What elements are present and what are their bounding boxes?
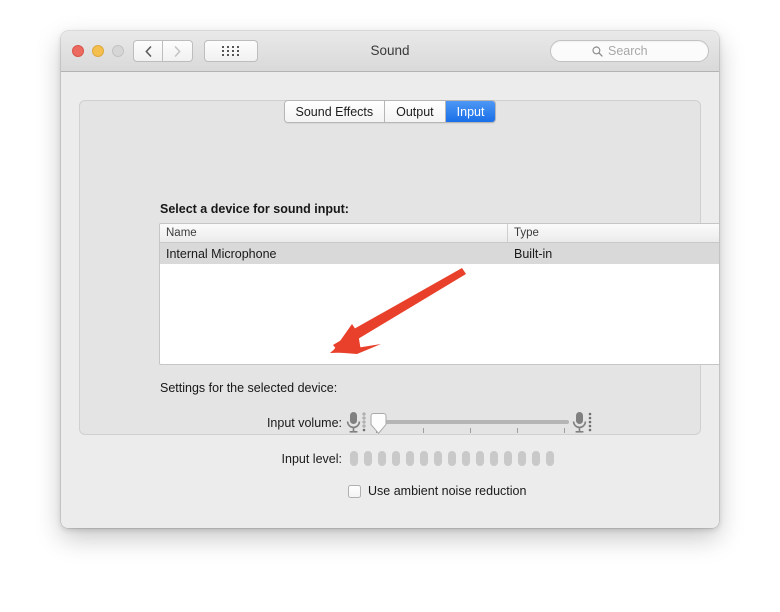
tab-sound-effects[interactable]: Sound Effects [284, 101, 386, 122]
cell-device-type: Built-in [514, 246, 553, 261]
input-volume-track[interactable] [374, 420, 569, 424]
tab-output[interactable]: Output [385, 101, 446, 122]
settings-section-label: Settings for the selected device: [160, 381, 338, 395]
device-section-label: Select a device for sound input: [160, 202, 349, 216]
input-level-label: Input level: [281, 452, 342, 466]
input-level-meter [350, 451, 554, 466]
microphone-loud-icon [572, 410, 596, 443]
table-row[interactable]: Internal Microphone Built-in [160, 243, 719, 264]
input-volume-slider[interactable] [370, 413, 569, 435]
search-placeholder: Search [608, 44, 648, 58]
sound-preferences-window: Sound Search Sound Effects Output Input … [61, 31, 719, 528]
ambient-noise-label: Use ambient noise reduction [368, 484, 527, 498]
window-content: Sound Effects Output Input Select a devi… [61, 72, 719, 528]
column-header-name[interactable]: Name [160, 224, 508, 242]
device-table[interactable]: Name Type Internal Microphone Built-in [159, 223, 719, 365]
ambient-noise-checkbox[interactable] [348, 484, 361, 498]
window-titlebar: Sound Search [61, 31, 719, 72]
tab-input[interactable]: Input [445, 101, 496, 122]
microphone-quiet-icon [346, 410, 370, 443]
column-header-type[interactable]: Type [508, 224, 719, 242]
table-header: Name Type [160, 224, 719, 243]
search-input[interactable]: Search [550, 40, 709, 62]
input-volume-label: Input volume: [266, 416, 342, 430]
tab-bar: Sound Effects Output Input [61, 100, 719, 123]
cell-device-name: Internal Microphone [166, 246, 277, 261]
input-volume-ticks [374, 428, 569, 434]
search-icon [592, 45, 603, 57]
ambient-noise-checkbox-row[interactable]: Use ambient noise reduction [348, 484, 526, 498]
input-volume-slider-thumb[interactable] [369, 413, 388, 435]
